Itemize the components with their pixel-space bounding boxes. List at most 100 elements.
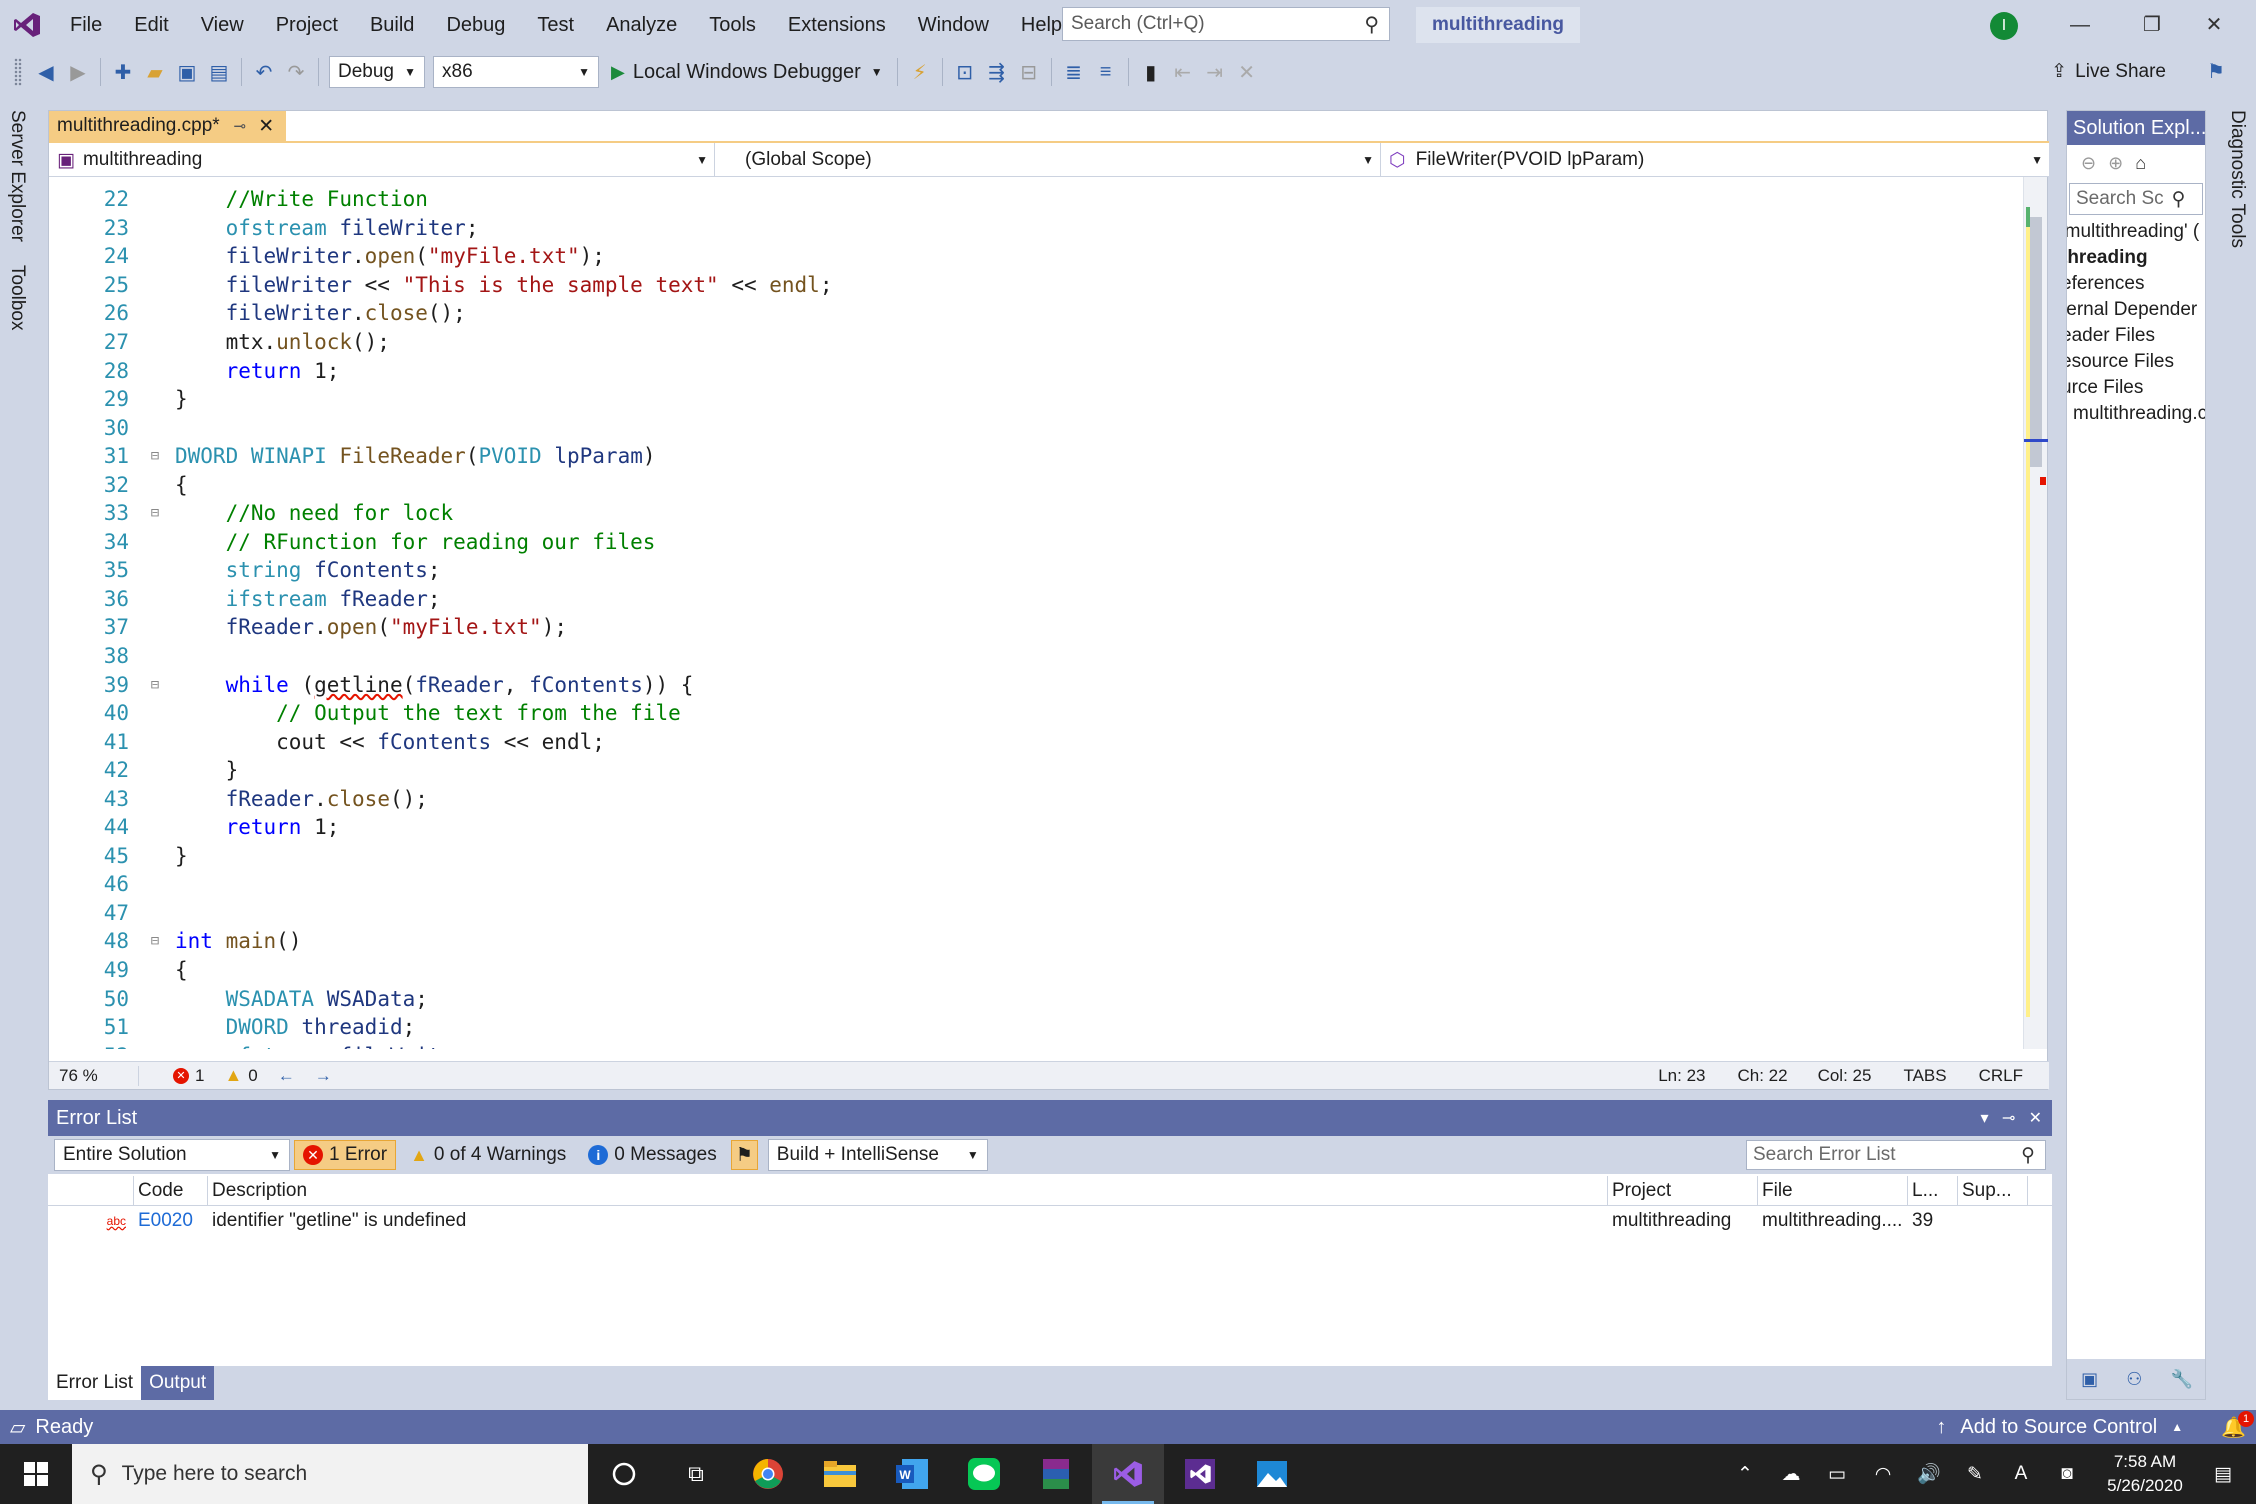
- taskbar-search-input[interactable]: ⚲ Type here to search: [72, 1444, 588, 1504]
- visual-studio-taskbar-icon[interactable]: [1092, 1444, 1164, 1504]
- prev-bookmark-icon[interactable]: ⇤: [1170, 57, 1196, 87]
- menu-extensions[interactable]: Extensions: [772, 0, 902, 50]
- close-icon[interactable]: ✕: [2184, 0, 2244, 50]
- redo-icon[interactable]: ↷: [283, 57, 309, 87]
- column-header-icon[interactable]: [48, 1175, 134, 1206]
- menu-edit[interactable]: Edit: [118, 0, 184, 50]
- menu-tools[interactable]: Tools: [693, 0, 772, 50]
- line-app-icon[interactable]: [948, 1444, 1020, 1504]
- column-header-file[interactable]: File: [1758, 1175, 1908, 1206]
- error-list-search-input[interactable]: Search Error List ⚲: [1746, 1140, 2046, 1170]
- eol-indicator[interactable]: CRLF: [1969, 1066, 2033, 1086]
- column-header-description[interactable]: Description: [208, 1175, 1608, 1206]
- minimize-icon[interactable]: —: [2050, 0, 2110, 50]
- code-line[interactable]: 52 ofstream fileWriter;: [49, 1041, 2025, 1049]
- code-line[interactable]: 28 return 1;: [49, 356, 2025, 385]
- code-line[interactable]: 42 }: [49, 756, 2025, 785]
- code-line[interactable]: 44 return 1;: [49, 813, 2025, 842]
- scope-filter-dropdown[interactable]: Entire Solution ▼: [54, 1139, 290, 1171]
- tree-item-project[interactable]: threading: [2067, 245, 2205, 271]
- code-line[interactable]: 46: [49, 870, 2025, 899]
- indent-icon[interactable]: ≣: [1061, 57, 1087, 87]
- code-line[interactable]: 22 //Write Function: [49, 185, 2025, 214]
- next-issue-icon[interactable]: →: [305, 1066, 342, 1086]
- team-explorer-tab-icon[interactable]: ⚇: [2126, 1369, 2142, 1390]
- tab-output[interactable]: Output: [141, 1366, 215, 1400]
- code-line[interactable]: 33 ⊟ //No need for lock: [49, 499, 2025, 528]
- save-icon[interactable]: ▣: [174, 57, 200, 87]
- menu-window[interactable]: Window: [902, 0, 1005, 50]
- volume-icon[interactable]: 🔊: [1906, 1462, 1952, 1486]
- tab-error-list[interactable]: Error List: [48, 1366, 142, 1400]
- solution-search-input[interactable]: Search Sc ⚲: [2069, 183, 2203, 215]
- column-header-project[interactable]: Project: [1608, 1175, 1758, 1206]
- task-view-icon[interactable]: ⧉: [660, 1444, 732, 1504]
- code-line[interactable]: 50 WSADATA WSAData;: [49, 984, 2025, 1013]
- server-explorer-tab[interactable]: Server Explorer: [6, 110, 28, 242]
- chrome-icon[interactable]: [732, 1444, 804, 1504]
- notifications-icon[interactable]: 🔔 1: [2221, 1410, 2254, 1440]
- show-hidden-icons-icon[interactable]: ⌃: [1722, 1463, 1768, 1486]
- member-dropdown[interactable]: ⬡ FileWriter(PVOID lpParam) ▼: [1381, 143, 2049, 177]
- tree-item-source-files[interactable]: urce Files: [2067, 375, 2205, 401]
- back-icon[interactable]: ◀: [33, 57, 59, 87]
- code-line[interactable]: 31 ⊟ DWORD WINAPI FileReader(PVOID lpParam…: [49, 442, 2025, 471]
- bookmark-icon[interactable]: ▮: [1138, 57, 1164, 87]
- feedback-icon[interactable]: ⚑: [2203, 56, 2229, 86]
- outdent-icon[interactable]: ≡: [1093, 57, 1119, 87]
- scroll-thumb[interactable]: [2030, 217, 2042, 467]
- winrar-icon[interactable]: [1020, 1444, 1092, 1504]
- solution-explorer-tab-icon[interactable]: ▣: [2081, 1369, 2098, 1390]
- code-line[interactable]: 32 {: [49, 470, 2025, 499]
- tree-item-references[interactable]: eferences: [2067, 271, 2205, 297]
- cortana-icon[interactable]: [588, 1444, 660, 1504]
- code-line[interactable]: 37 fReader.open("myFile.txt");: [49, 613, 2025, 642]
- code-line[interactable]: 40 // Output the text from the file: [49, 699, 2025, 728]
- file-explorer-icon[interactable]: [804, 1444, 876, 1504]
- code-line[interactable]: 45}: [49, 842, 2025, 871]
- errors-filter-button[interactable]: ✕ 1 Error: [294, 1140, 397, 1170]
- toolbox-tab[interactable]: Toolbox: [6, 265, 28, 331]
- user-avatar[interactable]: I: [1990, 12, 2018, 40]
- forward-icon[interactable]: ▶: [65, 57, 91, 87]
- tabs-indicator[interactable]: TABS: [1893, 1066, 1956, 1086]
- toolbar-grip[interactable]: [14, 58, 22, 86]
- code-line[interactable]: 51 DWORD threadid;: [49, 1013, 2025, 1042]
- table-row[interactable]: abc E0020 identifier "getline" is undefi…: [48, 1206, 2052, 1236]
- windows-start-icon[interactable]: [0, 1444, 72, 1504]
- comment-icon[interactable]: ⊟: [1016, 57, 1042, 87]
- save-all-icon[interactable]: ▤: [206, 57, 232, 87]
- visual-studio-installer-icon[interactable]: [1164, 1444, 1236, 1504]
- code-line[interactable]: 39 ⊟ while (getline(fReader, fContents)) …: [49, 670, 2025, 699]
- document-tab[interactable]: multithreading.cpp* ⊸ ✕: [49, 111, 287, 141]
- tree-item-external-dependencies[interactable]: ternal Depender: [2067, 297, 2205, 323]
- clear-bookmarks-icon[interactable]: ✕: [1234, 57, 1260, 87]
- collapse-toggle-icon[interactable]: ⊟: [135, 933, 175, 949]
- pin-icon[interactable]: ⊸: [234, 117, 247, 135]
- code-line[interactable]: 41 cout << fContents << endl;: [49, 727, 2025, 756]
- live-share-button[interactable]: ⇪ Live Share: [2051, 60, 2166, 83]
- code-line[interactable]: 48 ⊟ int main(): [49, 927, 2025, 956]
- filter-icon[interactable]: ⚑: [730, 1140, 758, 1170]
- quick-search-input[interactable]: Search (Ctrl+Q) ⚲: [1062, 7, 1390, 41]
- warnings-filter-button[interactable]: ▲ 0 of 4 Warnings: [402, 1140, 574, 1170]
- messages-filter-button[interactable]: i 0 Messages: [580, 1140, 724, 1170]
- scope-dropdown[interactable]: (Global Scope) ▼: [715, 143, 1381, 177]
- forward-icon[interactable]: ⊕: [2108, 153, 2123, 174]
- code-line[interactable]: 34 // RFunction for reading our files: [49, 528, 2025, 557]
- menu-project[interactable]: Project: [260, 0, 354, 50]
- menu-analyze[interactable]: Analyze: [590, 0, 693, 50]
- home-icon[interactable]: ⌂: [2135, 153, 2146, 174]
- tree-item-cpp-file[interactable]: multithreading.c: [2073, 401, 2205, 427]
- action-center-icon[interactable]: ▤: [2200, 1463, 2246, 1486]
- code-line[interactable]: 30: [49, 413, 2025, 442]
- tree-item-resource-files[interactable]: esource Files: [2067, 349, 2205, 375]
- code-line[interactable]: 38: [49, 642, 2025, 671]
- menu-file[interactable]: File: [54, 0, 118, 50]
- properties-tab-icon[interactable]: 🔧: [2171, 1369, 2193, 1390]
- step-icon[interactable]: ⇶: [984, 57, 1010, 87]
- add-to-source-control[interactable]: Add to Source Control: [1960, 1416, 2157, 1439]
- editor-scrollbar[interactable]: [2023, 177, 2048, 1049]
- warning-count[interactable]: ▲ 0: [214, 1065, 267, 1086]
- next-bookmark-icon[interactable]: ⇥: [1202, 57, 1228, 87]
